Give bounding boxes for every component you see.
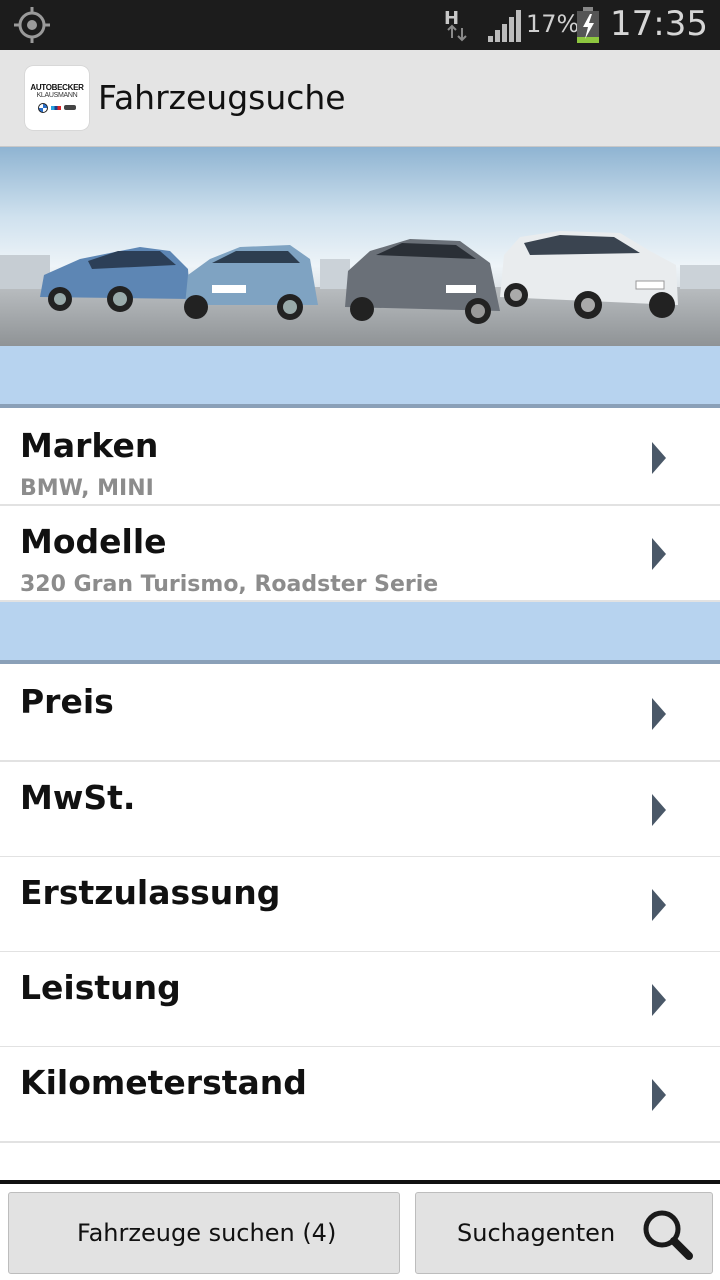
- row-modelle[interactable]: Modelle 320 Gran Turismo, Roadster Serie: [0, 506, 720, 602]
- row-mwst[interactable]: MwSt.: [0, 762, 720, 858]
- section-header-brands: [0, 346, 720, 408]
- cars-lineup-image: [0, 231, 720, 346]
- row-label: Modelle: [20, 522, 167, 561]
- row-label: MwSt.: [20, 778, 136, 817]
- m-logo-icon: [51, 105, 61, 110]
- mini-logo-icon: [64, 105, 76, 110]
- bmw-logo-icon: [38, 102, 48, 113]
- row-erstzulassung[interactable]: Erstzulassung: [0, 857, 720, 953]
- gps-icon: [14, 7, 50, 43]
- chevron-right-icon: [652, 442, 666, 474]
- chevron-right-icon: [652, 794, 666, 826]
- row-label: Marken: [20, 426, 159, 465]
- clock: 17:35: [610, 4, 708, 44]
- data-arrows-icon: H: [444, 8, 467, 42]
- chevron-right-icon: [652, 889, 666, 921]
- signal-icon: [488, 10, 521, 42]
- row-label: Erstzulassung: [20, 873, 281, 912]
- logo-line-1: AUTOBECKER: [30, 82, 84, 92]
- brand-logos: [38, 102, 76, 113]
- chevron-right-icon: [652, 984, 666, 1016]
- status-bar: H 17% 17:35: [0, 0, 720, 50]
- row-marken[interactable]: Marken BMW, MINI: [0, 410, 720, 506]
- action-bar: AUTOBECKER KLAUSMANN Fahrzeugsuche: [0, 50, 720, 147]
- row-value: 320 Gran Turismo, Roadster Serie: [20, 572, 439, 597]
- row-value: BMW, MINI: [20, 476, 154, 501]
- search-agents-label: Suchagenten: [457, 1219, 616, 1247]
- logo-line-2: KLAUSMANN: [36, 91, 78, 99]
- row-label: Kilometerstand: [20, 1063, 307, 1102]
- row-label: Leistung: [20, 968, 181, 1007]
- banner-image: [0, 147, 720, 346]
- battery-percent: 17%: [526, 10, 580, 38]
- section-header-filters: [0, 602, 720, 664]
- row-preis[interactable]: Preis: [0, 666, 720, 762]
- search-vehicles-label: Fahrzeuge suchen (4): [77, 1219, 337, 1247]
- magnifier-icon: [643, 1210, 693, 1260]
- chevron-right-icon: [652, 698, 666, 730]
- battery-charging-icon: [577, 7, 599, 43]
- app-logo[interactable]: AUTOBECKER KLAUSMANN: [25, 66, 89, 130]
- chevron-right-icon: [652, 538, 666, 570]
- search-agents-button[interactable]: Suchagenten: [415, 1192, 713, 1274]
- row-kilometerstand[interactable]: Kilometerstand: [0, 1047, 720, 1143]
- page-title: Fahrzeugsuche: [98, 78, 346, 117]
- search-vehicles-button[interactable]: Fahrzeuge suchen (4): [8, 1192, 400, 1274]
- chevron-right-icon: [652, 1079, 666, 1111]
- bottom-bar: Fahrzeuge suchen (4) Suchagenten: [0, 1184, 720, 1280]
- row-label: Preis: [20, 682, 114, 721]
- row-leistung[interactable]: Leistung: [0, 952, 720, 1048]
